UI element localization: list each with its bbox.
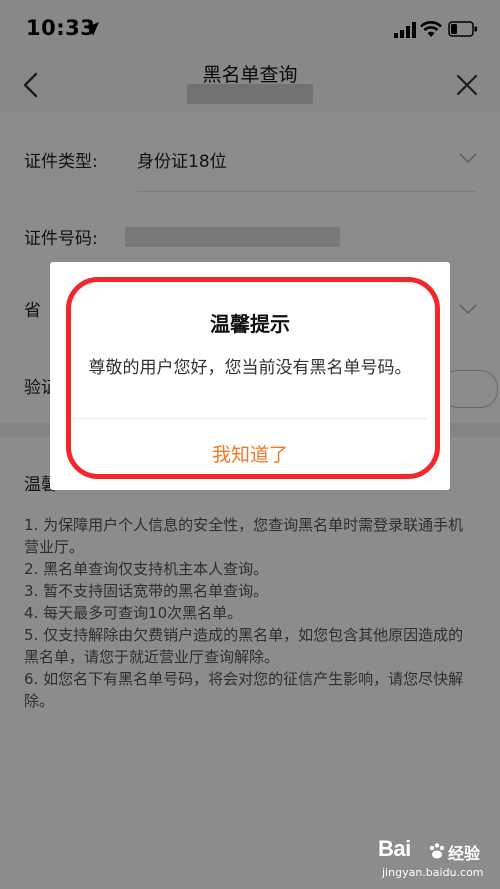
highlight-annotation bbox=[66, 277, 440, 479]
paw-icon bbox=[429, 843, 445, 859]
watermark: Bai 经验 jingyan.baidu.com bbox=[378, 836, 494, 884]
watermark-logo: Bai bbox=[378, 836, 411, 861]
watermark-url: jingyan.baidu.com bbox=[382, 866, 484, 879]
watermark-text: 经验 bbox=[448, 844, 481, 863]
